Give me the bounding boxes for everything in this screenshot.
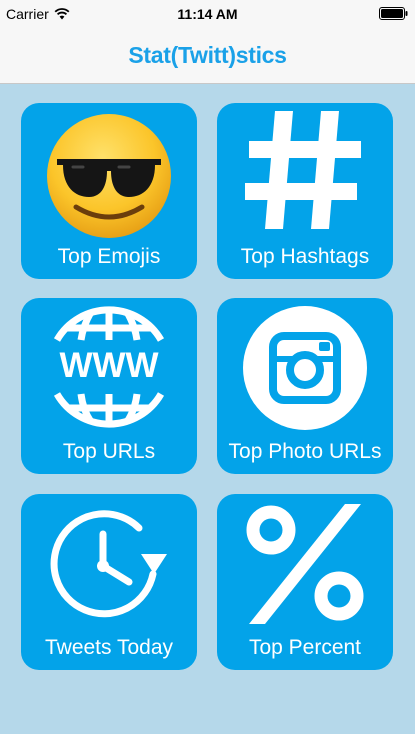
- status-bar: Carrier 11:14 AM: [0, 0, 415, 28]
- tile-label: Tweets Today: [44, 636, 174, 659]
- tile-top-hashtags[interactable]: Top Hashtags: [217, 103, 393, 279]
- tile-top-emojis[interactable]: Top Emojis: [21, 103, 197, 279]
- svg-text:WWW: WWW: [59, 346, 158, 385]
- tile-top-urls[interactable]: WWW Top URLs: [21, 298, 197, 474]
- tile-label: Top Percent: [248, 636, 362, 659]
- tile-label: Top URLs: [62, 440, 156, 463]
- tile-label: Top Hashtags: [240, 245, 370, 268]
- tile-label: Top Emojis: [57, 245, 161, 268]
- percent-icon: [246, 504, 364, 624]
- battery-icon: [379, 7, 409, 23]
- tile-label: Top Photo URLs: [228, 440, 382, 463]
- tile-tweets-today[interactable]: Tweets Today: [21, 494, 197, 670]
- clock-refresh-icon: [50, 510, 167, 618]
- tile-top-photo-urls[interactable]: Top Photo URLs: [217, 298, 393, 474]
- tile-top-percent[interactable]: Top Percent: [217, 494, 393, 670]
- status-time: 11:14 AM: [177, 6, 238, 22]
- sunglasses-emoji-icon: [47, 114, 171, 238]
- tile-grid: Top Emojis Top Hashtags WWW Top URLs Top…: [0, 84, 415, 734]
- navigation-bar: Stat(Twitt)stics: [0, 28, 415, 84]
- hashtag-icon: [245, 111, 361, 229]
- app-title: Stat(Twitt)stics: [128, 42, 287, 68]
- instagram-camera-icon: [243, 306, 367, 430]
- www-globe-icon: WWW: [53, 306, 165, 428]
